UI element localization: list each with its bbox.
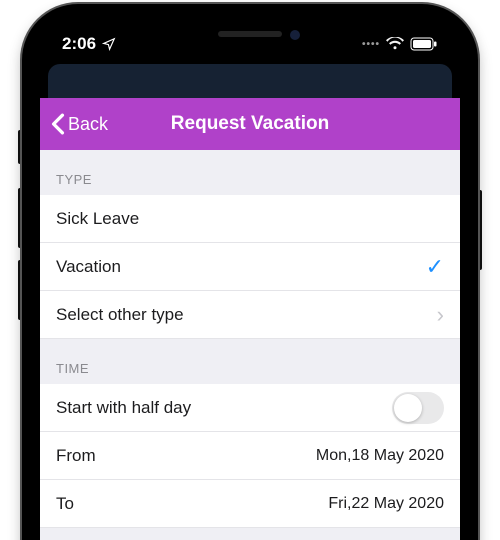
type-option-other[interactable]: Select other type › [40, 291, 460, 339]
wifi-icon [386, 37, 404, 51]
background-card [48, 64, 452, 98]
notch [140, 18, 360, 50]
from-date-row[interactable]: From Mon,18 May 2020 [40, 432, 460, 480]
to-value: Fri,22 May 2020 [328, 495, 444, 513]
screen: 2:06 •••• [40, 18, 460, 540]
status-time: 2:06 [62, 34, 96, 54]
more-dots-icon: •••• [362, 39, 380, 50]
from-label: From [56, 446, 96, 466]
toggle-knob [394, 394, 422, 422]
half-day-row: Start with half day [40, 384, 460, 432]
battery-icon [410, 37, 438, 51]
phone-frame: 2:06 •••• [22, 4, 478, 540]
phone-power-button [478, 190, 482, 270]
type-option-label: Sick Leave [56, 209, 139, 229]
from-value: Mon,18 May 2020 [316, 447, 444, 465]
nav-bar: document.currentScript.previousElementSi… [40, 98, 460, 150]
to-label: To [56, 494, 74, 514]
type-option-vacation[interactable]: Vacation ✓ [40, 243, 460, 291]
half-day-label: Start with half day [56, 398, 191, 418]
type-option-label: Select other type [56, 305, 184, 325]
back-button[interactable]: Back [50, 113, 108, 135]
type-option-sick-leave[interactable]: Sick Leave [40, 195, 460, 243]
section-header-type: TYPE [40, 150, 460, 195]
section-header-time: TIME [40, 339, 460, 384]
chevron-right-icon: › [437, 302, 444, 328]
half-day-toggle[interactable] [392, 392, 444, 424]
back-label: Back [68, 114, 108, 135]
content-area: TYPE Sick Leave Vacation ✓ Select other … [40, 150, 460, 540]
type-option-label: Vacation [56, 257, 121, 277]
to-date-row[interactable]: To Fri,22 May 2020 [40, 480, 460, 528]
location-icon [102, 37, 116, 51]
checkmark-icon: ✓ [426, 254, 444, 280]
chevron-left-icon [50, 113, 66, 135]
